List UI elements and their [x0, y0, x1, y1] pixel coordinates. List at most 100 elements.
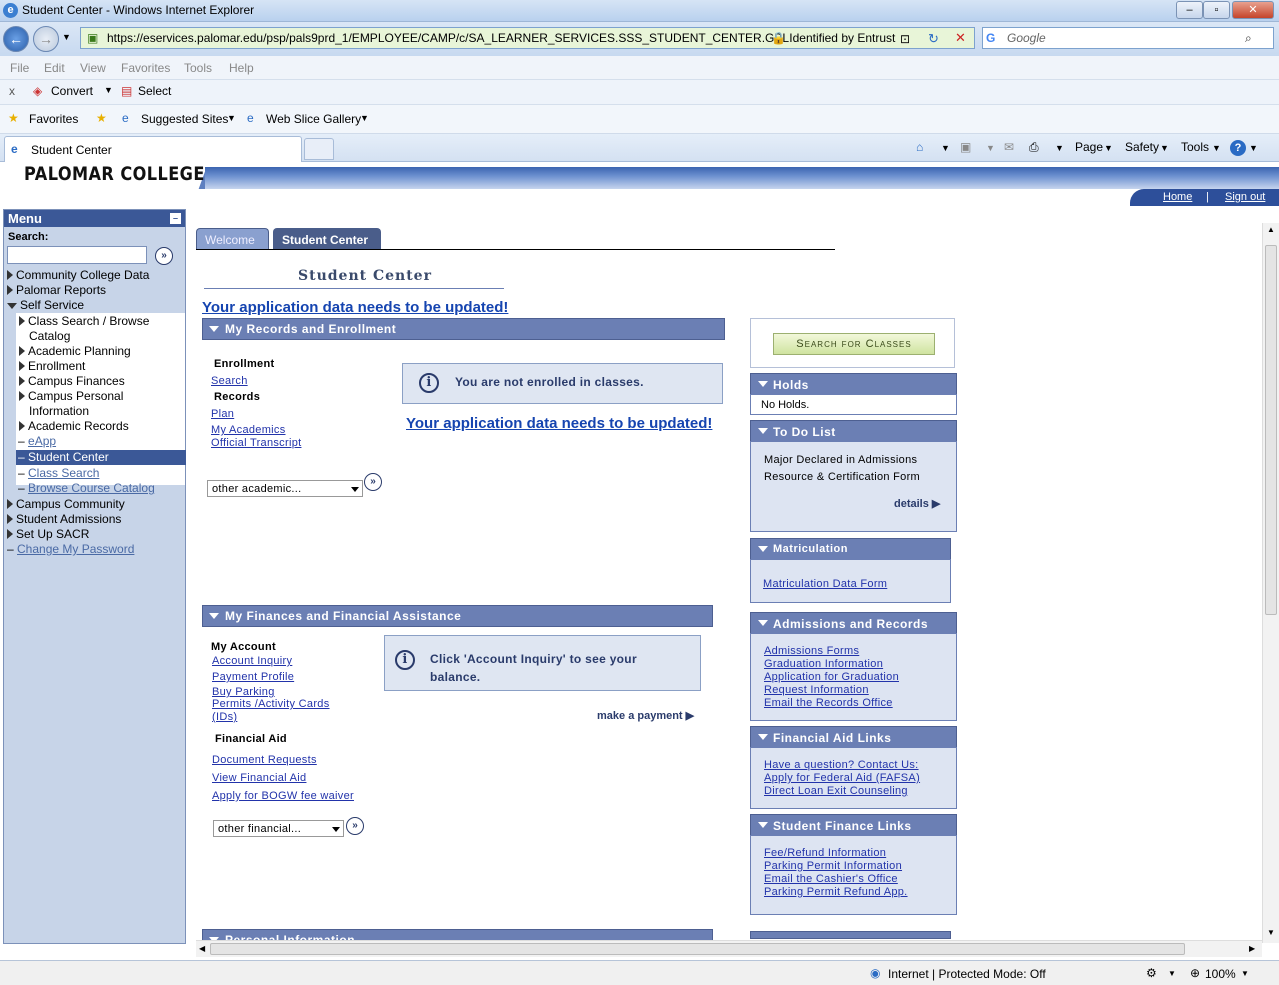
feeds-icon[interactable]: ▣: [960, 140, 971, 154]
fafsa-link[interactable]: Apply for Federal Aid (FAFSA): [764, 772, 920, 784]
convert-dropdown-icon[interactable]: ▼: [104, 85, 113, 95]
print-dropdown-icon[interactable]: ▼: [1055, 143, 1064, 153]
menu-file[interactable]: File: [10, 61, 29, 75]
bogw-fee-waiver-link[interactable]: Apply for BOGW fee waiver: [212, 790, 354, 802]
zoom-dropdown-icon[interactable]: ▼: [1241, 969, 1249, 978]
add-favorite-icon[interactable]: ★: [96, 111, 107, 125]
scroll-left-icon[interactable]: ◀: [199, 944, 205, 953]
permits-link[interactable]: Permits /Activity Cards: [212, 698, 330, 710]
close-window-button[interactable]: ✕: [1232, 1, 1274, 19]
student-finance-links-header[interactable]: Student Finance Links: [750, 814, 957, 836]
menu-tools[interactable]: Tools: [184, 61, 212, 75]
menu-item-academic-planning[interactable]: Academic Planning: [19, 344, 131, 358]
page-dropdown-icon[interactable]: ▼: [1104, 143, 1113, 153]
scroll-down-icon[interactable]: ▼: [1267, 928, 1275, 937]
new-tab-button[interactable]: [304, 138, 334, 160]
security-label[interactable]: 🔒 Identified by Entrust: [771, 28, 895, 48]
application-update-alert[interactable]: Your application data needs to be update…: [202, 299, 508, 316]
home-dropdown-icon[interactable]: ▼: [941, 143, 950, 153]
compat-view-icon[interactable]: ⊡: [900, 32, 910, 46]
back-button[interactable]: ←: [3, 26, 29, 52]
tools-dropdown-icon[interactable]: ▼: [1212, 143, 1221, 153]
protected-dropdown-icon[interactable]: ▼: [1168, 969, 1176, 978]
search-for-classes-button[interactable]: Search for Classes: [773, 333, 935, 355]
vertical-scrollbar[interactable]: ▲ ▼: [1262, 223, 1279, 943]
tab-student-center[interactable]: e Student Center: [4, 136, 302, 162]
other-academic-select[interactable]: other academic...: [207, 480, 363, 497]
parking-permit-info-link[interactable]: Parking Permit Information: [764, 860, 902, 872]
menu-item-academic-records[interactable]: Academic Records: [19, 419, 129, 433]
menu-item-catalog[interactable]: Catalog: [29, 329, 70, 343]
academic-go-icon[interactable]: »: [364, 473, 382, 491]
fee-refund-link[interactable]: Fee/Refund Information: [764, 847, 886, 859]
safety-menu-button[interactable]: Safety: [1125, 140, 1159, 154]
web-slice-button[interactable]: Web Slice Gallery: [266, 112, 361, 126]
home-link[interactable]: Home: [1163, 191, 1192, 203]
financial-aid-links-header[interactable]: Financial Aid Links: [750, 726, 957, 748]
contact-us-link[interactable]: Have a question? Contact Us:: [764, 759, 919, 771]
address-bar[interactable]: ▣ https://eservices.palomar.edu/psp/pals…: [80, 27, 975, 49]
menu-item-class-search-browse[interactable]: Class Search / Browse: [19, 314, 149, 328]
forward-button[interactable]: →: [33, 26, 59, 52]
application-update-alert-2[interactable]: Your application data needs to be update…: [406, 415, 712, 432]
menu-item-community-college-data[interactable]: Community College Data: [7, 268, 149, 282]
minimize-button[interactable]: –: [1176, 1, 1203, 19]
menu-item-browse-course-catalog[interactable]: – Browse Course Catalog: [18, 481, 155, 495]
menu-view[interactable]: View: [80, 61, 106, 75]
menu-item-palomar-reports[interactable]: Palomar Reports: [7, 283, 106, 297]
web-slice-dropdown-icon[interactable]: ▼: [360, 113, 369, 123]
payment-profile-link[interactable]: Payment Profile: [212, 671, 294, 683]
holds-header[interactable]: Holds: [750, 373, 957, 395]
document-requests-link[interactable]: Document Requests: [212, 754, 317, 766]
safety-dropdown-icon[interactable]: ▼: [1160, 143, 1169, 153]
suggested-dropdown-icon[interactable]: ▼: [227, 113, 236, 123]
official-transcript-link[interactable]: Official Transcript: [211, 437, 301, 449]
finances-section-header[interactable]: My Finances and Financial Assistance: [202, 605, 713, 627]
menu-item-student-center[interactable]: – Student Center: [16, 450, 186, 465]
select-button[interactable]: Select: [138, 84, 171, 98]
menu-favorites[interactable]: Favorites: [121, 61, 170, 75]
admissions-header[interactable]: Admissions and Records: [750, 612, 957, 634]
convert-button[interactable]: Convert: [51, 84, 93, 98]
application-graduation-link[interactable]: Application for Graduation: [764, 671, 899, 683]
mail-icon[interactable]: ✉: [1004, 140, 1014, 154]
help-icon[interactable]: ?: [1230, 140, 1246, 156]
menu-edit[interactable]: Edit: [44, 61, 65, 75]
collapse-menu-icon[interactable]: –: [170, 213, 181, 224]
financial-go-icon[interactable]: »: [346, 817, 364, 835]
loan-exit-counseling-link[interactable]: Direct Loan Exit Counseling: [764, 785, 908, 797]
ids-link[interactable]: (IDs): [212, 711, 237, 723]
email-records-office-link[interactable]: Email the Records Office: [764, 697, 893, 709]
horizontal-scroll-thumb[interactable]: [210, 943, 1185, 955]
menu-search-input[interactable]: [7, 246, 147, 264]
tab-welcome[interactable]: Welcome: [196, 228, 269, 250]
plan-link[interactable]: Plan: [211, 408, 234, 420]
menu-item-self-service[interactable]: Self Service: [7, 298, 84, 312]
horizontal-scrollbar[interactable]: ◀ ▶: [196, 940, 1262, 957]
matriculation-header[interactable]: Matriculation: [750, 538, 951, 560]
menu-item-campus-personal[interactable]: Campus Personal: [19, 389, 123, 403]
buy-parking-link[interactable]: Buy Parking: [212, 686, 275, 698]
menu-item-change-password[interactable]: – Change My Password: [7, 542, 134, 556]
help-dropdown-icon[interactable]: ▼: [1249, 143, 1258, 153]
email-cashier-link[interactable]: Email the Cashier's Office: [764, 873, 898, 885]
records-section-header[interactable]: My Records and Enrollment: [202, 318, 725, 340]
my-academics-link[interactable]: My Academics: [211, 424, 286, 436]
menu-item-student-admissions[interactable]: Student Admissions: [7, 512, 121, 526]
admissions-forms-link[interactable]: Admissions Forms: [764, 645, 859, 657]
parking-refund-link[interactable]: Parking Permit Refund App.: [764, 886, 908, 898]
make-payment-link[interactable]: make a payment ▶: [597, 709, 694, 722]
menu-item-enrollment[interactable]: Enrollment: [19, 359, 85, 373]
stop-icon[interactable]: ✕: [955, 30, 966, 46]
maximize-button[interactable]: ▫: [1203, 1, 1230, 19]
tab-student-center-page[interactable]: Student Center: [273, 228, 381, 250]
menu-item-campus-community[interactable]: Campus Community: [7, 497, 125, 511]
menu-item-campus-finances[interactable]: Campus Finances: [19, 374, 125, 388]
menu-item-set-up-sacr[interactable]: Set Up SACR: [7, 527, 89, 541]
todo-header[interactable]: To Do List: [750, 420, 957, 442]
menu-item-information[interactable]: Information: [29, 404, 89, 418]
page-menu-button[interactable]: Page: [1075, 140, 1103, 154]
scroll-right-icon[interactable]: ▶: [1249, 944, 1255, 953]
favorites-button[interactable]: Favorites: [29, 112, 78, 126]
scroll-up-icon[interactable]: ▲: [1267, 225, 1275, 234]
